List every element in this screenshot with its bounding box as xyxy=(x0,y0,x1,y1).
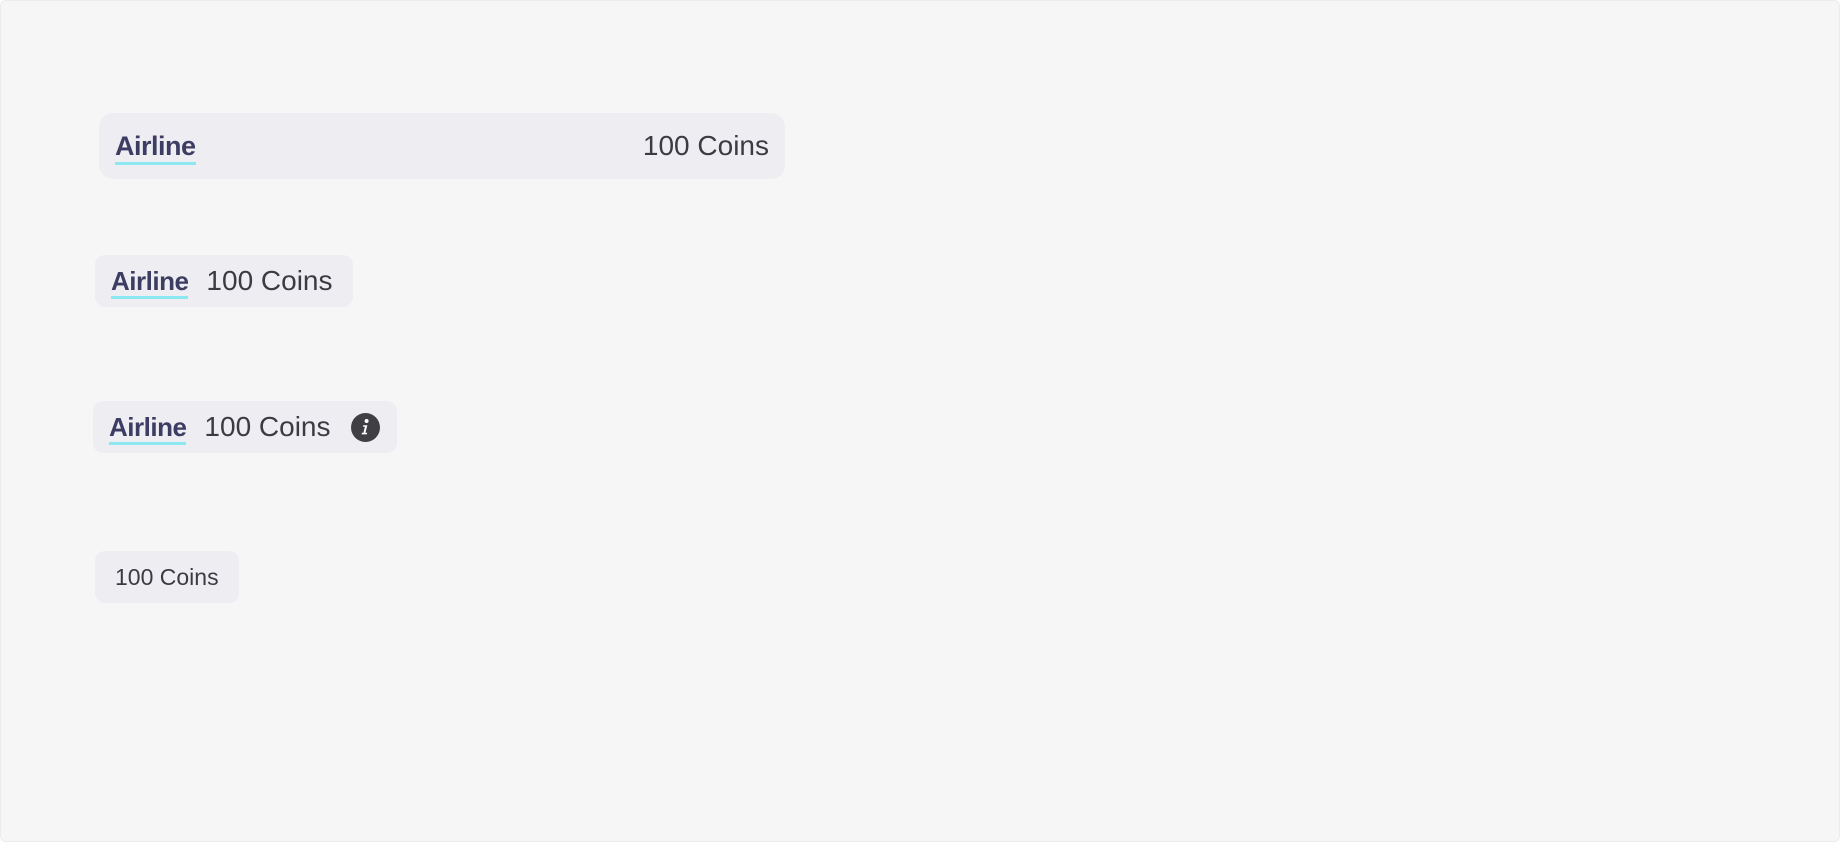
coins-amount: 100 Coins xyxy=(642,130,769,161)
canvas: Airline 100 Coins Airline 100 Coins Airl… xyxy=(0,0,1840,842)
airline-logo: Airline xyxy=(111,266,189,299)
coins-chip-with-info: Airline 100 Coins xyxy=(93,401,397,453)
coins-chip-compact: Airline 100 Coins xyxy=(95,255,353,307)
coins-chip-wide: Airline 100 Coins xyxy=(99,113,785,179)
airline-logo: Airline xyxy=(109,412,187,445)
coins-amount: 100 Coins xyxy=(115,563,219,590)
airline-logo: Airline xyxy=(115,130,196,165)
info-icon[interactable] xyxy=(350,412,380,442)
coins-amount: 100 Coins xyxy=(204,411,331,442)
coins-chip-amount-only: 100 Coins xyxy=(95,551,239,603)
coins-amount: 100 Coins xyxy=(206,265,333,296)
